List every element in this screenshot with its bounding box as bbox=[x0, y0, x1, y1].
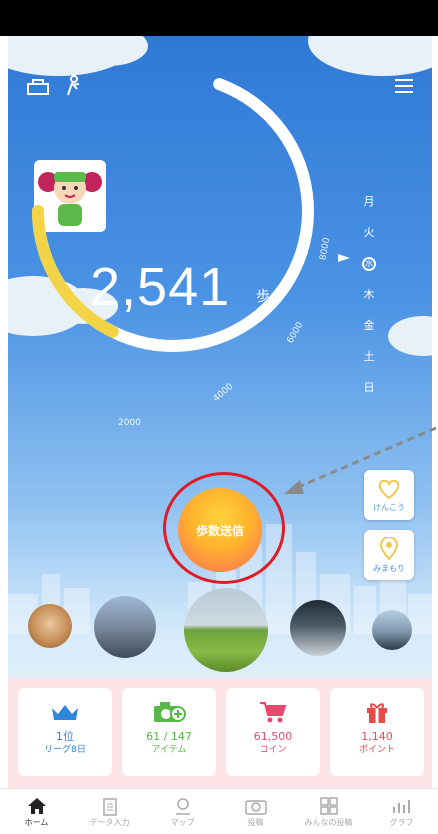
weekday-mon[interactable]: 月 bbox=[358, 186, 380, 217]
weekday-wed[interactable]: 水 bbox=[358, 248, 380, 279]
items-card[interactable]: 61 / 147 アイテム bbox=[122, 688, 216, 776]
photo-thumb-featured[interactable] bbox=[184, 588, 268, 672]
cart-icon bbox=[258, 700, 288, 724]
annotation-arrow bbox=[284, 426, 437, 494]
home-icon bbox=[27, 795, 47, 817]
stats-panel: 1位 リーグ8日 61 / 147 アイテム 61,500 コイン 1,140 … bbox=[8, 678, 432, 788]
weekday-thu[interactable]: 木 bbox=[358, 279, 380, 310]
points-value: 1,140 bbox=[361, 730, 393, 743]
tab-graph[interactable]: グラフ bbox=[365, 789, 438, 834]
tab-label: みんなの投稿 bbox=[304, 818, 353, 827]
arc-tick-label: 2000 bbox=[118, 418, 141, 428]
coins-card[interactable]: 61,500 コイン bbox=[226, 688, 320, 776]
highlight-ring bbox=[163, 472, 285, 584]
bottom-tab-bar: ホーム データ入力 マップ 投稿 みんなの投稿 グラフ bbox=[0, 788, 438, 834]
items-label: アイテム bbox=[151, 745, 187, 755]
tab-label: データ入力 bbox=[89, 818, 130, 827]
watch-over-button-label: みまもり bbox=[373, 563, 405, 573]
weekday-fri[interactable]: 金 bbox=[358, 310, 380, 341]
tab-map[interactable]: マップ bbox=[146, 789, 219, 834]
step-unit: 歩 bbox=[256, 289, 270, 305]
grid-icon bbox=[319, 795, 339, 817]
status-bar bbox=[0, 0, 438, 36]
health-button-label: けんこう bbox=[373, 502, 405, 512]
crown-icon bbox=[50, 700, 80, 724]
bar-chart-icon bbox=[392, 795, 412, 817]
goal-flag-icon bbox=[338, 254, 350, 262]
watch-over-button[interactable]: みまもり bbox=[364, 530, 414, 580]
weekday-label: 日 bbox=[363, 381, 375, 394]
tab-everyones-posts[interactable]: みんなの投稿 bbox=[292, 789, 365, 834]
weekday-tue[interactable]: 火 bbox=[358, 217, 380, 248]
league-rank-label: リーグ8日 bbox=[44, 745, 86, 755]
weekday-selector: 月 火 水 木 金 土 日 bbox=[358, 186, 380, 403]
photo-thumb[interactable] bbox=[94, 596, 156, 658]
location-pin-icon bbox=[379, 536, 399, 561]
tab-label: ホーム bbox=[24, 818, 49, 827]
coins-label: コイン bbox=[259, 745, 287, 755]
items-value: 61 / 147 bbox=[146, 730, 192, 743]
camera-plus-icon bbox=[152, 700, 186, 724]
camera-icon bbox=[244, 795, 267, 817]
coins-value: 61,500 bbox=[253, 730, 293, 743]
weekday-sat[interactable]: 土 bbox=[358, 341, 380, 372]
league-rank-value: 1位 bbox=[56, 730, 74, 743]
tab-label: 投稿 bbox=[247, 818, 264, 827]
tab-label: グラフ bbox=[389, 818, 414, 827]
weekday-label: 火 bbox=[363, 226, 375, 239]
points-label: ポイント bbox=[358, 745, 395, 755]
clipboard-icon bbox=[102, 795, 118, 817]
tab-home[interactable]: ホーム bbox=[0, 789, 73, 834]
tab-data-input[interactable]: データ入力 bbox=[73, 789, 146, 834]
tab-label: マップ bbox=[170, 818, 195, 827]
weekday-label: 木 bbox=[363, 288, 375, 301]
map-icon bbox=[173, 795, 193, 817]
weekday-sun[interactable]: 日 bbox=[358, 372, 380, 403]
weekday-label-current: 水 bbox=[362, 257, 376, 271]
photo-thumb[interactable] bbox=[28, 604, 72, 648]
photo-thumb[interactable] bbox=[290, 600, 346, 656]
gift-icon bbox=[365, 700, 389, 724]
points-card[interactable]: 1,140 ポイント bbox=[330, 688, 424, 776]
weekday-label: 金 bbox=[363, 319, 375, 332]
tab-post[interactable]: 投稿 bbox=[219, 789, 292, 834]
weekday-label: 土 bbox=[363, 350, 375, 363]
weekday-label: 月 bbox=[363, 195, 375, 208]
step-count: 2,541 bbox=[90, 257, 231, 317]
photo-thumb[interactable] bbox=[372, 610, 412, 650]
league-rank-card[interactable]: 1位 リーグ8日 bbox=[18, 688, 112, 776]
